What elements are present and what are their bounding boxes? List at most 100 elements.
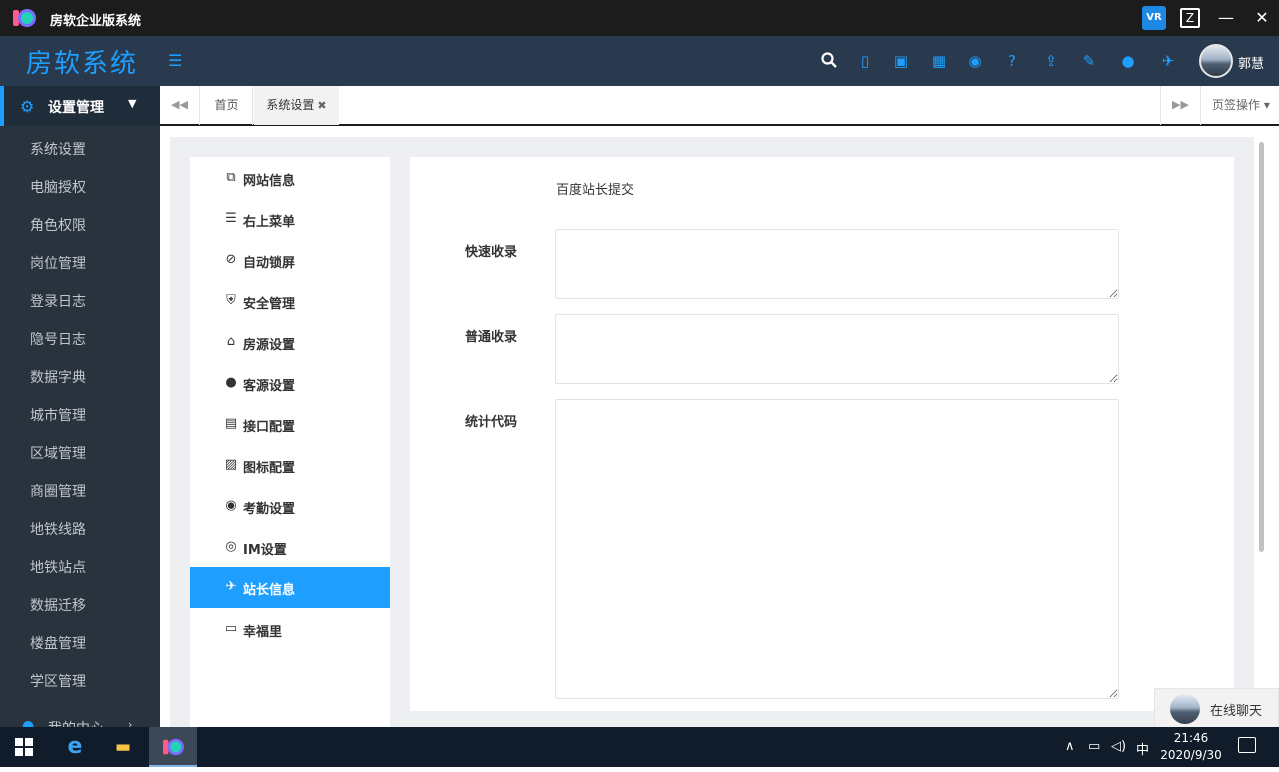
sidebar-item[interactable]: 数据迁移 — [0, 587, 160, 625]
page-scrollbar[interactable] — [1255, 138, 1267, 728]
chevron-right-icon: › — [128, 718, 133, 727]
search-icon[interactable] — [820, 52, 838, 70]
upload-icon[interactable]: ⇪ — [1042, 52, 1060, 70]
edit-icon[interactable]: Z — [1180, 8, 1200, 28]
sidebar-item[interactable]: 城市管理 — [0, 397, 160, 435]
settings-nav-label: 右上菜单 — [243, 215, 296, 230]
settings-nav-label: 网站信息 — [243, 174, 296, 189]
clock-date: 2020/9/30 — [1160, 748, 1222, 762]
person-icon: ● — [22, 718, 35, 727]
sidebar-item[interactable]: 电脑授权 — [0, 169, 160, 207]
settings-nav-label: IM设置 — [243, 543, 287, 558]
tab-operations-dropdown[interactable]: 页签操作 ▾ — [1200, 86, 1279, 125]
help-icon[interactable]: ? — [1003, 52, 1021, 70]
settings-nav-im[interactable]: ◎ IM设置 — [190, 527, 390, 568]
sidebar-item[interactable]: 地铁站点 — [0, 549, 160, 587]
caret-down-icon: ▾ — [1260, 98, 1270, 112]
minimize-button[interactable]: — — [1214, 6, 1238, 30]
settings-nav-label: 安全管理 — [243, 297, 296, 312]
online-chat-widget[interactable]: 在线聊天 — [1154, 688, 1279, 728]
sidebar-item[interactable]: 地铁线路 — [0, 511, 160, 549]
sidebar-item[interactable]: 登录日志 — [0, 283, 160, 321]
settings-nav-label: 客源设置 — [243, 379, 296, 394]
close-button[interactable]: ✕ — [1250, 6, 1274, 30]
tab-home[interactable]: 首页 — [201, 86, 253, 125]
edge-browser-icon[interactable]: e — [51, 727, 99, 767]
sidebar-group-my-center[interactable]: ● 我的中心 › — [0, 710, 160, 727]
scrollbar-thumb[interactable] — [1259, 142, 1264, 552]
sidebar-item[interactable]: 学区管理 — [0, 663, 160, 701]
brand-logo: 房软系统 — [0, 36, 160, 86]
volume-icon[interactable]: ◁) — [1111, 739, 1126, 754]
settings-nav-label: 自动锁屏 — [243, 256, 296, 271]
file-explorer-icon[interactable]: ▬ — [99, 727, 147, 767]
normal-index-label: 普通收录 — [465, 330, 518, 345]
sidebar-item[interactable]: 系统设置 — [0, 131, 160, 169]
settings-nav-top-menu[interactable]: ☰ 右上菜单 — [190, 199, 390, 240]
normal-index-textarea[interactable] — [555, 314, 1119, 384]
settings-nav-website-info[interactable]: ⧉ 网站信息 — [190, 158, 390, 199]
settings-nav-property[interactable]: ⌂ 房源设置 — [190, 322, 390, 363]
settings-nav-webmaster[interactable]: ✈ 站长信息 — [190, 567, 390, 608]
sidebar-item[interactable]: 区域管理 — [0, 435, 160, 473]
sidebar-item[interactable]: 数据字典 — [0, 359, 160, 397]
tab-scroll-left-button[interactable]: ◀◀ — [160, 86, 200, 125]
location-icon: ◉ — [225, 498, 237, 513]
running-icon[interactable]: ✈ — [1159, 52, 1177, 70]
list-icon: ☰ — [225, 211, 237, 226]
settings-nav-attendance[interactable]: ◉ 考勤设置 — [190, 486, 390, 527]
avatar[interactable] — [1199, 44, 1233, 78]
notification-icon[interactable] — [1238, 737, 1256, 753]
website-icon: ⧉ — [226, 170, 236, 185]
clock-time: 21:46 — [1173, 731, 1209, 745]
settings-nav-icons[interactable]: ▨ 图标配置 — [190, 445, 390, 486]
fast-index-label: 快速收录 — [465, 245, 518, 260]
menu-collapse-icon[interactable]: ☰ — [168, 52, 186, 70]
fast-index-textarea[interactable] — [555, 229, 1119, 299]
user-name[interactable]: 郭慧 — [1238, 53, 1264, 72]
windows-start-icon[interactable] — [0, 727, 48, 767]
tab-system-settings[interactable]: 系统设置 ✖ — [254, 86, 339, 125]
fangruan-app-taskbar-icon[interactable] — [149, 727, 197, 767]
sidebar-item[interactable]: 楼盘管理 — [0, 625, 160, 663]
settings-nav-auto-lock[interactable]: ⊘ 自动锁屏 — [190, 240, 390, 281]
network-icon[interactable]: ▭ — [1088, 739, 1100, 754]
chat-avatar — [1170, 694, 1200, 724]
sidebar-item[interactable]: 商圈管理 — [0, 473, 160, 511]
grid-icon[interactable]: ▦ — [930, 52, 948, 70]
chat-icon: ◎ — [225, 539, 237, 554]
webmaster-form: 百度站长提交 快速收录 普通收录 统计代码 — [410, 157, 1234, 711]
settings-nav-api[interactable]: ▤ 接口配置 — [190, 404, 390, 445]
app-logo-icon — [13, 9, 36, 27]
sidebar-group-label: 设置管理 — [48, 100, 104, 116]
tray-chevron-up-icon[interactable]: ∧ — [1065, 739, 1075, 754]
phone-icon[interactable]: ▯ — [856, 52, 874, 70]
window-title: 房软企业版系统 — [50, 14, 142, 29]
tab-bar: ◀◀ 首页 系统设置 ✖ ▶▶ 页签操作 ▾ — [160, 86, 1279, 126]
sidebar-group-settings[interactable]: ⚙ 设置管理 ▼ — [0, 86, 160, 126]
note-edit-icon[interactable]: ✎ — [1080, 52, 1098, 70]
sidebar-item[interactable]: 隐号日志 — [0, 321, 160, 359]
contact-card-icon[interactable]: ▣ — [892, 52, 910, 70]
image-icon: ▨ — [224, 457, 238, 472]
tab-scroll-right-button[interactable]: ▶▶ — [1160, 86, 1200, 125]
shield-icon: ⛨ — [226, 293, 236, 308]
person-icon[interactable]: ● — [1119, 52, 1137, 70]
windows-taskbar: e ▬ ∧ ▭ ◁) 中 21:46 2020/9/30 — [0, 727, 1279, 767]
settings-nav-xingfuli[interactable]: ▭ 幸福里 — [190, 609, 390, 650]
location-icon[interactable]: ◉ — [966, 52, 984, 70]
vr-icon[interactable]: VR — [1142, 6, 1166, 30]
settings-nav-security[interactable]: ⛨ 安全管理 — [190, 281, 390, 322]
chevron-down-icon: ▼ — [128, 97, 137, 110]
stats-code-textarea[interactable] — [555, 399, 1119, 699]
sidebar-item[interactable]: 角色权限 — [0, 207, 160, 245]
settings-nav-customer[interactable]: ● 客源设置 — [190, 363, 390, 404]
home-icon: ⌂ — [226, 334, 236, 349]
settings-nav-label: 幸福里 — [243, 625, 283, 640]
taskbar-clock[interactable]: 21:46 2020/9/30 — [1158, 730, 1224, 764]
online-chat-label: 在线聊天 — [1210, 704, 1263, 719]
close-tab-icon[interactable]: ✖ — [317, 99, 326, 112]
sidebar-item[interactable]: 岗位管理 — [0, 245, 160, 283]
ime-indicator[interactable]: 中 — [1136, 739, 1149, 758]
top-header: 房软系统 ☰ ▯ ▣ ▦ ◉ ? ⇪ ✎ ● ✈ 郭慧 — [0, 36, 1279, 86]
